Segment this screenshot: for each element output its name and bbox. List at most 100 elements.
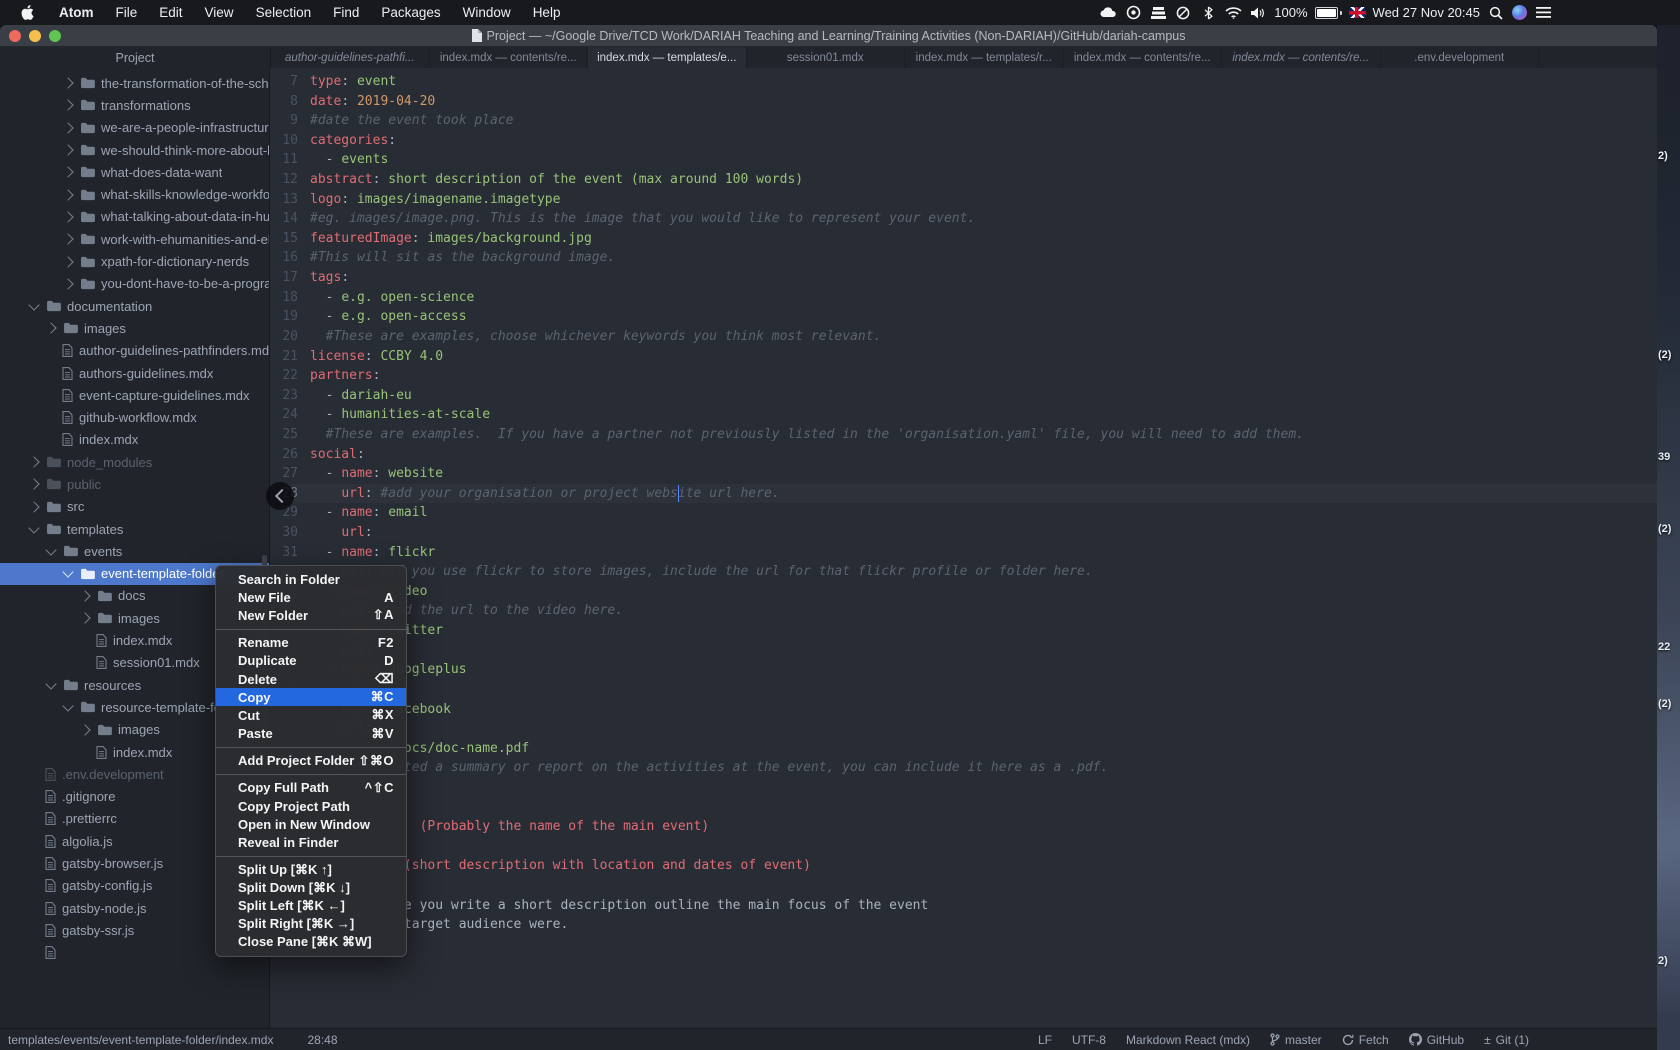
do-not-disturb-icon[interactable] xyxy=(1174,4,1192,22)
editor-line-28[interactable]: 28 url: #add your organisation or projec… xyxy=(270,484,1657,504)
chevron-down-icon[interactable] xyxy=(28,299,39,310)
onedrive-icon[interactable] xyxy=(1099,4,1117,22)
editor-line-48[interactable]: 48 xyxy=(270,876,1657,896)
editor-line-7[interactable]: 7type: event xyxy=(270,72,1657,92)
context-menu-item-open-in-new-window[interactable]: Open in New Window xyxy=(216,815,406,833)
context-menu-item-split-left-k[interactable]: Split Left [⌘K ←] xyxy=(216,897,406,915)
editor-line-46[interactable]: 46 xyxy=(270,837,1657,857)
chevron-right-icon[interactable] xyxy=(28,479,39,490)
status-grammar[interactable]: Markdown React (mdx) xyxy=(1126,1033,1250,1047)
context-menu-item-add-project-folder[interactable]: Add Project Folder⇧⌘O xyxy=(216,752,406,770)
window-title-bar[interactable]: Project — ~/Google Drive/TCD Work/DARIAH… xyxy=(0,25,1657,47)
chevron-down-icon[interactable] xyxy=(62,700,73,711)
editor-line-25[interactable]: 25 #These are examples. If you have a pa… xyxy=(270,425,1657,445)
chevron-right-icon[interactable] xyxy=(62,100,73,111)
battery-percentage[interactable]: 100% xyxy=(1274,5,1307,20)
status-git-changes[interactable]: ± Git (1) xyxy=(1484,1033,1529,1047)
editor-line-43[interactable]: 43 xyxy=(270,778,1657,798)
chevron-right-icon[interactable] xyxy=(62,189,73,200)
editor-line-36[interactable]: 36 url: xyxy=(270,641,1657,661)
uk-flag-keyboard-icon[interactable] xyxy=(1349,7,1366,18)
editor-line-41[interactable]: 41 ocs/doc-name.pdf xyxy=(270,739,1657,759)
tree-folder-templates[interactable]: templates xyxy=(0,518,269,540)
context-menu-item-copy-project-path[interactable]: Copy Project Path xyxy=(216,797,406,815)
editor-line-29[interactable]: 29 - name: email xyxy=(270,503,1657,523)
bluetooth-icon[interactable] xyxy=(1199,4,1217,22)
chevron-right-icon[interactable] xyxy=(45,323,56,334)
chevron-right-icon[interactable] xyxy=(79,724,90,735)
menu-bar-clock[interactable]: Wed 27 Nov 20:45 xyxy=(1373,5,1480,20)
editor-line-40[interactable]: 40 url: xyxy=(270,719,1657,739)
menu-item-help[interactable]: Help xyxy=(522,5,572,20)
context-menu-item-new-file[interactable]: New FileA xyxy=(216,588,406,606)
editor-line-24[interactable]: 24 - humanities-at-scale xyxy=(270,405,1657,425)
menu-item-selection[interactable]: Selection xyxy=(245,5,323,20)
chevron-right-icon[interactable] xyxy=(62,256,73,267)
editor-line-26[interactable]: 26social: xyxy=(270,445,1657,465)
chevron-right-icon[interactable] xyxy=(28,501,39,512)
tree-folder-we-should-think-more-about-learn[interactable]: we-should-think-more-about-learn xyxy=(0,139,269,161)
chevron-right-icon[interactable] xyxy=(62,144,73,155)
tab-6[interactable]: index.mdx — contents/re... xyxy=(1064,47,1223,69)
tree-folder-images[interactable]: images xyxy=(0,317,269,339)
editor-line-19[interactable]: 19 - e.g. open-access xyxy=(270,307,1657,327)
status-git-branch[interactable]: master xyxy=(1270,1033,1322,1047)
editor-line-37[interactable]: 37 - name: googleplus xyxy=(270,660,1657,680)
editor-line-20[interactable]: 20 #These are examples, choose whichever… xyxy=(270,327,1657,347)
editor-line-30[interactable]: 30 url: xyxy=(270,523,1657,543)
status-fetch-button[interactable]: Fetch xyxy=(1342,1033,1389,1047)
editor-line-45[interactable]: 45 (Probably the name of the main event) xyxy=(270,817,1657,837)
stack-icon[interactable] xyxy=(1149,4,1167,22)
volume-icon[interactable] xyxy=(1249,4,1267,22)
status-encoding[interactable]: UTF-8 xyxy=(1072,1033,1106,1047)
context-menu-item-split-down-k[interactable]: Split Down [⌘K ↓] xyxy=(216,879,406,897)
chevron-right-icon[interactable] xyxy=(79,613,90,624)
editor-line-23[interactable]: 23 - dariah-eu xyxy=(270,386,1657,406)
editor-line-42[interactable]: 42#if you created a summary or report on… xyxy=(270,758,1657,778)
menu-item-edit[interactable]: Edit xyxy=(148,5,193,20)
tree-folder-the-transformation-of-the-scholar[interactable]: the-transformation-of-the-scholar xyxy=(0,72,269,94)
editor-line-11[interactable]: 11 - events xyxy=(270,150,1657,170)
editor-line-13[interactable]: 13logo: images/imagename.imagetype xyxy=(270,190,1657,210)
menu-item-packages[interactable]: Packages xyxy=(370,5,451,20)
chevron-right-icon[interactable] xyxy=(62,211,73,222)
tree-folder-you-dont-have-to-be-a-programm[interactable]: you-dont-have-to-be-a-programm xyxy=(0,273,269,295)
editor-line-33[interactable]: 33 - name: video xyxy=(270,582,1657,602)
editor-line-27[interactable]: 27 - name: website xyxy=(270,464,1657,484)
editor-line-49[interactable]: 49 e you write a short description outli… xyxy=(270,896,1657,916)
tab-4[interactable]: session01.mdx xyxy=(747,47,906,69)
context-menu-item-delete[interactable]: Delete⌫ xyxy=(216,670,406,688)
context-menu-item-rename[interactable]: RenameF2 xyxy=(216,634,406,652)
tree-file-index.mdx[interactable]: index.mdx xyxy=(0,429,269,451)
menu-app-name[interactable]: Atom xyxy=(48,5,105,20)
tree-folder-what-talking-about-data-in-human[interactable]: what-talking-about-data-in-human xyxy=(0,206,269,228)
editor-line-44[interactable]: 44 xyxy=(270,798,1657,818)
adobe-cc-icon[interactable] xyxy=(1124,4,1142,22)
chevron-down-icon[interactable] xyxy=(45,544,56,555)
editor-line-15[interactable]: 15featuredImage: images/background.jpg xyxy=(270,229,1657,249)
context-menu-item-duplicate[interactable]: DuplicateD xyxy=(216,652,406,670)
editor-pane[interactable]: 7type: event8date: 2019-04-209#date the … xyxy=(270,68,1657,1028)
tree-folder-node_modules[interactable]: node_modules xyxy=(0,451,269,473)
zoom-window-button[interactable] xyxy=(49,30,61,42)
apple-menu-icon[interactable] xyxy=(0,4,48,22)
tab-1[interactable]: author-guidelines-pathfi... xyxy=(271,47,430,69)
chevron-right-icon[interactable] xyxy=(28,457,39,468)
tree-folder-transformations[interactable]: transformations xyxy=(0,94,269,116)
status-github-button[interactable]: GitHub xyxy=(1409,1033,1464,1047)
editor-line-31[interactable]: 31 - name: flickr xyxy=(270,543,1657,563)
menu-item-find[interactable]: Find xyxy=(322,5,370,20)
context-menu-item-copy[interactable]: Copy⌘C xyxy=(216,688,406,706)
tree-file-authors-guidelines.mdx[interactable]: authors-guidelines.mdx xyxy=(0,362,269,384)
chevron-right-icon[interactable] xyxy=(62,278,73,289)
chevron-right-icon[interactable] xyxy=(62,234,73,245)
menu-item-window[interactable]: Window xyxy=(452,5,522,20)
minimize-window-button[interactable] xyxy=(29,30,41,42)
context-menu-item-split-up-k[interactable]: Split Up [⌘K ↑] xyxy=(216,861,406,879)
editor-line-47[interactable]: 47 (short description with location and … xyxy=(270,856,1657,876)
tab-3[interactable]: index.mdx — templates/e... xyxy=(588,47,747,69)
wifi-icon[interactable] xyxy=(1224,4,1242,22)
tree-file-github-workflow.mdx[interactable]: github-workflow.mdx xyxy=(0,406,269,428)
chevron-right-icon[interactable] xyxy=(62,167,73,178)
editor-line-9[interactable]: 9#date the event took place xyxy=(270,111,1657,131)
